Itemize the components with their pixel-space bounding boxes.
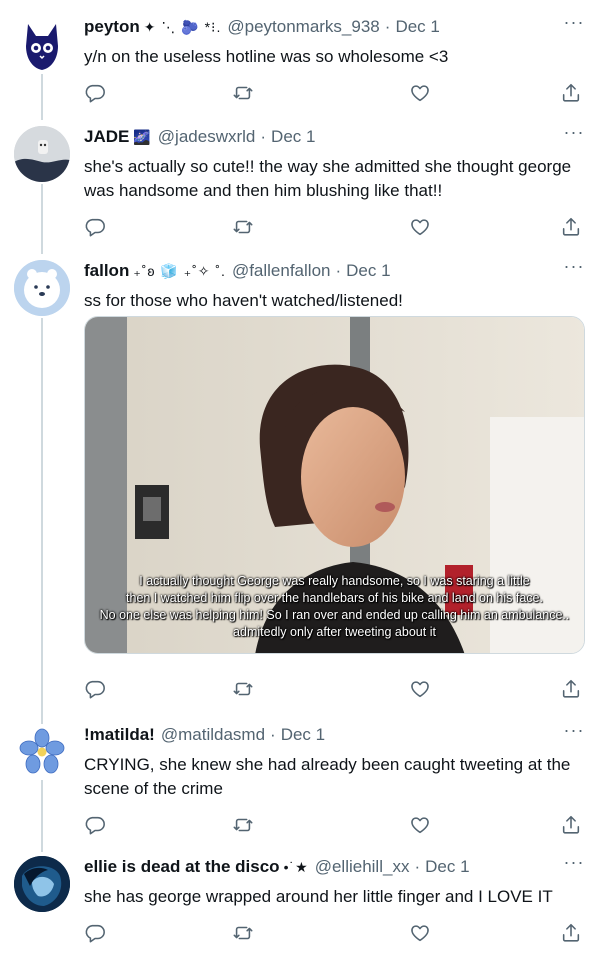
timestamp[interactable]: Dec 1 [346, 260, 390, 282]
share-icon[interactable] [560, 922, 584, 946]
tweet-content: peyton ✦ ⋱ 🫐 *⁝. @peytonmarks_938 · Dec … [84, 12, 586, 103]
blue-flower-icon [14, 724, 70, 780]
separator: · [414, 857, 421, 876]
more-options-icon[interactable]: ··· [562, 256, 586, 276]
name-decoration: 🌌 [133, 129, 152, 145]
username[interactable]: @fallenfallon [232, 260, 331, 282]
share-icon[interactable] [560, 814, 584, 838]
retweet-icon[interactable] [232, 82, 256, 106]
timestamp[interactable]: Dec 1 [281, 724, 325, 746]
reply-icon[interactable] [84, 82, 108, 106]
tweet-text: CRYING, she knew she had already been ca… [84, 755, 571, 798]
separator: · [384, 17, 391, 36]
more-options-icon[interactable]: ··· [562, 122, 586, 142]
action-bar [84, 922, 586, 946]
retweet-icon[interactable] [232, 216, 256, 240]
avatar[interactable] [14, 126, 70, 182]
retweet-icon[interactable] [232, 814, 256, 838]
video-subtitle: I actually thought George was really han… [85, 573, 584, 641]
tweet-content: !matilda! @matildasmd · Dec 1 ··· CRYING… [84, 720, 586, 835]
avatar[interactable] [14, 856, 70, 912]
action-bar [84, 82, 586, 106]
display-name[interactable]: fallon [84, 260, 129, 282]
reply-icon[interactable] [84, 216, 108, 240]
retweet-icon[interactable] [232, 678, 256, 702]
username[interactable]: @peytonmarks_938 [227, 16, 379, 38]
name-decoration: •˙★ [283, 859, 309, 875]
timestamp[interactable]: Dec 1 [271, 126, 315, 148]
username[interactable]: @elliehill_xx [315, 856, 410, 878]
reply-icon[interactable] [84, 814, 108, 838]
tweet-header: JADE 🌌 @jadeswxrld · Dec 1 [84, 126, 586, 148]
thread-line [41, 74, 43, 120]
more-options-icon[interactable]: ··· [562, 12, 586, 32]
subtitle-line: then I watched him flip over the handleb… [126, 591, 543, 605]
polar-bear-icon [14, 260, 70, 316]
more-options-icon[interactable]: ··· [562, 720, 586, 740]
display-name[interactable]: !matilda! [84, 724, 155, 746]
thread-line [41, 772, 43, 852]
tweet-header: fallon ₊˚ʚ 🧊 ₊˚✧ ˚. @fallenfallon · Dec … [84, 260, 586, 282]
like-icon[interactable] [409, 814, 433, 838]
share-icon[interactable] [560, 678, 584, 702]
more-options-icon[interactable]: ··· [562, 852, 586, 872]
tweet-header: ellie is dead at the disco •˙★ @elliehil… [84, 856, 586, 878]
share-icon[interactable] [560, 216, 584, 240]
tweet-content: JADE 🌌 @jadeswxrld · Dec 1 ··· she's act… [84, 122, 586, 237]
avatar[interactable] [14, 16, 70, 72]
display-name[interactable]: peyton [84, 16, 140, 38]
action-bar [84, 814, 586, 838]
subtitle-line: No one else was helping him! So I ran ov… [99, 608, 570, 622]
avatar[interactable] [14, 260, 70, 316]
tweet-media-image[interactable]: I actually thought George was really han… [84, 316, 585, 654]
separator: · [260, 127, 267, 146]
tweet-header: peyton ✦ ⋱ 🫐 *⁝. @peytonmarks_938 · Dec … [84, 16, 586, 38]
like-icon[interactable] [409, 82, 433, 106]
subtitle-line: admitedly only after tweeting about it [233, 625, 436, 639]
like-icon[interactable] [409, 922, 433, 946]
tweet-text: she's actually so cute!! the way she adm… [84, 157, 572, 200]
username[interactable]: @matildasmd [161, 724, 265, 746]
tweet-header: !matilda! @matildasmd · Dec 1 [84, 724, 586, 746]
separator: · [335, 261, 342, 280]
thread-line [41, 318, 43, 728]
action-bar [84, 216, 586, 240]
tweet-text: ss for those who haven't watched/listene… [84, 291, 403, 310]
like-icon[interactable] [409, 678, 433, 702]
timestamp[interactable]: Dec 1 [395, 16, 439, 38]
display-name[interactable]: ellie is dead at the disco [84, 856, 280, 878]
tweet-content: ellie is dead at the disco •˙★ @elliehil… [84, 852, 586, 943]
retweet-icon[interactable] [232, 922, 256, 946]
tweet-content: fallon ₊˚ʚ 🧊 ₊˚✧ ˚. @fallenfallon · Dec … [84, 256, 586, 699]
action-bar [84, 678, 586, 702]
avatar[interactable] [14, 724, 70, 780]
avatar-photo [14, 126, 70, 182]
tweet-text: she has george wrapped around her little… [84, 887, 553, 906]
like-icon[interactable] [409, 216, 433, 240]
tweet-text: y/n on the useless hotline was so wholes… [84, 47, 449, 66]
separator: · [270, 725, 276, 744]
display-name[interactable]: JADE [84, 126, 129, 148]
reply-icon[interactable] [84, 922, 108, 946]
reply-icon[interactable] [84, 678, 108, 702]
name-decoration: ₊˚ʚ 🧊 ₊˚✧ ˚. [133, 263, 226, 279]
thread-line [41, 184, 43, 254]
subtitle-line: I actually thought George was really han… [139, 574, 530, 588]
timestamp[interactable]: Dec 1 [425, 856, 469, 878]
username[interactable]: @jadeswxrld [158, 126, 256, 148]
black-cat-icon [26, 24, 58, 70]
avatar-photo-blue [14, 856, 70, 912]
name-decoration: ✦ ⋱ 🫐 *⁝. [143, 19, 222, 35]
share-icon[interactable] [560, 82, 584, 106]
